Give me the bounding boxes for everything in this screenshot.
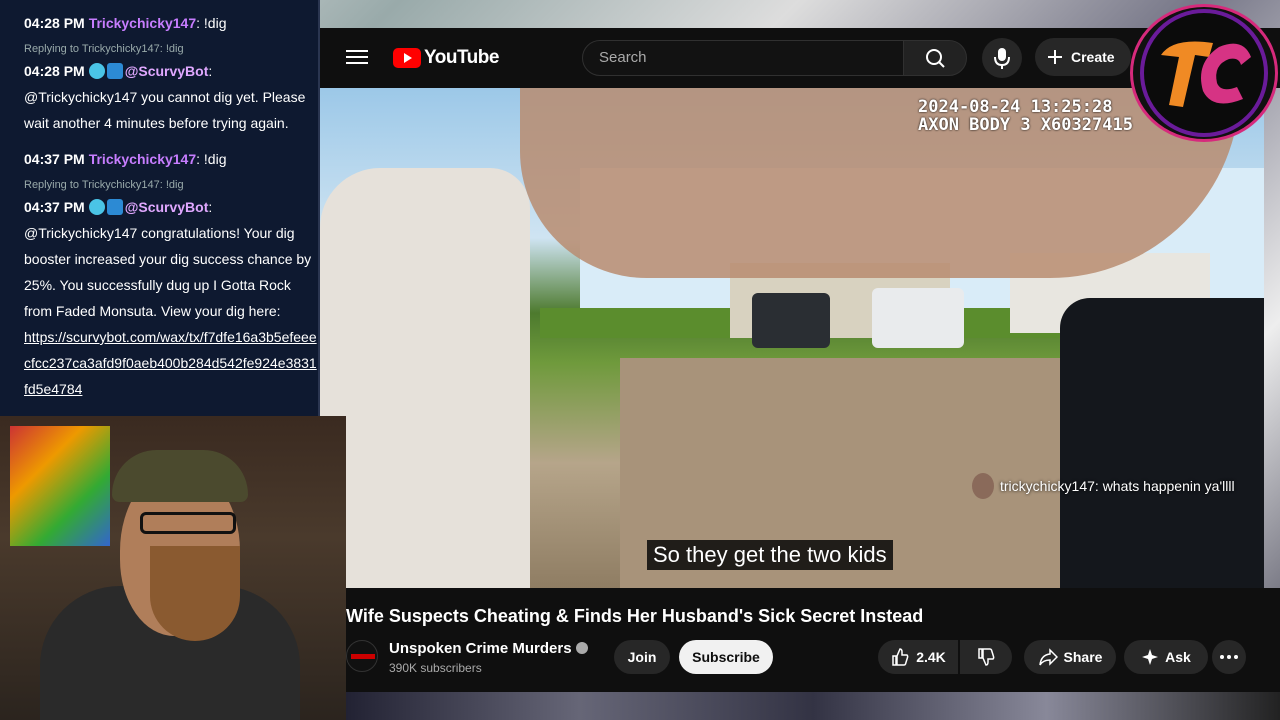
stream-layout: YouTube Search Create 2024-08-24 13:25:2…: [0, 0, 1280, 720]
more-actions-button[interactable]: [1212, 640, 1246, 674]
background-art-strip: [346, 692, 1280, 720]
reply-context: Replying to Trickychicky147: !dig: [24, 179, 184, 191]
dark-suv: [752, 293, 830, 348]
chat-username: Trickychicky147: [88, 15, 197, 31]
ask-label: Ask: [1165, 649, 1191, 665]
subscriber-count: 390K subscribers: [389, 661, 482, 675]
webcam-feed: [0, 416, 346, 720]
chat-time: 04:28 PM: [24, 15, 85, 31]
join-button[interactable]: Join: [614, 640, 670, 674]
chat-text: : !dig: [196, 15, 227, 31]
microphone-icon: [994, 48, 1010, 69]
chat-text: @Trickychicky147 you cannot dig yet. Ple…: [24, 89, 306, 131]
verified-icon: [576, 642, 588, 654]
timestamp-date-time: 2024-08-24 13:25:28: [918, 97, 1113, 117]
create-label: Create: [1071, 49, 1115, 65]
chat-time: 04:37 PM: [24, 151, 85, 167]
channel-name[interactable]: Unspoken Crime Murders: [389, 640, 572, 657]
menu-icon[interactable]: [346, 46, 368, 68]
plus-icon: [1048, 50, 1062, 64]
chat-time: 04:37 PM: [24, 199, 85, 215]
chat-message: 04:28 PM Trickychicky147: !dig: [24, 10, 318, 36]
wall-art: [10, 426, 110, 546]
thumbs-up-icon: [892, 648, 909, 666]
thumbs-down-icon: [978, 648, 995, 666]
chat-text: : !dig: [196, 151, 227, 167]
youtube-logo[interactable]: YouTube: [393, 46, 499, 70]
white-suv: [872, 288, 964, 348]
person-girl: [320, 168, 530, 588]
chat-username: @ScurvyBot: [124, 63, 209, 79]
channel-logo-badge: [1130, 4, 1278, 142]
youtube-logo-text: YouTube: [424, 47, 499, 68]
chat-panel: 04:28 PM Trickychicky147: !dig Replying t…: [0, 0, 320, 416]
voice-search-button[interactable]: [982, 38, 1022, 78]
share-icon: [1038, 648, 1058, 666]
chat-message: 04:28 PM @ScurvyBot: @Trickychicky147 you…: [24, 58, 318, 136]
video-player[interactable]: [320, 88, 1264, 588]
reply-context: Replying to Trickychicky147: !dig: [24, 43, 184, 55]
more-horizontal-icon: [1220, 655, 1238, 659]
mod-badge-icon: [88, 199, 105, 215]
streamer-cap: [112, 450, 248, 502]
chat-message: 04:37 PM Trickychicky147: !dig: [24, 146, 318, 172]
youtube-play-icon: [393, 48, 421, 68]
bot-badge-icon: [106, 199, 123, 215]
streamer-beard: [150, 546, 240, 641]
tc-logo-icon: [1140, 9, 1268, 137]
overlay-chat-message: trickychicky147: whats happenin ya'llll: [972, 473, 1235, 499]
bodycam-timestamp: 2024-08-24 13:25:28 AXON BODY 3 X6032741…: [918, 98, 1133, 134]
create-button[interactable]: Create: [1035, 38, 1131, 76]
overlay-chat-text: trickychicky147: whats happenin ya'llll: [1000, 478, 1235, 494]
chat-text: @Trickychicky147 congratulations! Your d…: [24, 225, 312, 319]
chat-avatar: [972, 473, 994, 499]
channel-avatar[interactable]: [346, 640, 378, 672]
dig-link[interactable]: https://scurvybot.com/wax/tx/f7dfe16a3b5…: [24, 324, 318, 402]
subscribe-button[interactable]: Subscribe: [679, 640, 773, 674]
search-icon: [926, 49, 945, 68]
like-count: 2.4K: [916, 649, 946, 665]
chat-time: 04:28 PM: [24, 63, 85, 79]
streamer-glasses: [140, 512, 236, 534]
search-input[interactable]: Search: [582, 40, 904, 76]
chat-username: Trickychicky147: [88, 151, 197, 167]
ask-button[interactable]: Ask: [1124, 640, 1208, 674]
patrol-car: [1060, 298, 1264, 588]
share-button[interactable]: Share: [1024, 640, 1116, 674]
like-button[interactable]: 2.4K: [878, 640, 958, 674]
video-title: Wife Suspects Cheating & Finds Her Husba…: [346, 606, 924, 626]
chat-message: 04:37 PM @ScurvyBot: @Trickychicky147 con…: [24, 194, 318, 402]
bot-badge-icon: [106, 63, 123, 79]
chat-username: @ScurvyBot: [124, 199, 209, 215]
search-button[interactable]: [903, 40, 967, 76]
mod-badge-icon: [88, 63, 105, 79]
dislike-button[interactable]: [960, 640, 1012, 674]
sparkle-icon: [1142, 649, 1159, 665]
video-caption: So they get the two kids: [647, 540, 893, 570]
share-label: Share: [1063, 649, 1103, 665]
timestamp-camera-id: AXON BODY 3 X60327415: [918, 115, 1133, 135]
